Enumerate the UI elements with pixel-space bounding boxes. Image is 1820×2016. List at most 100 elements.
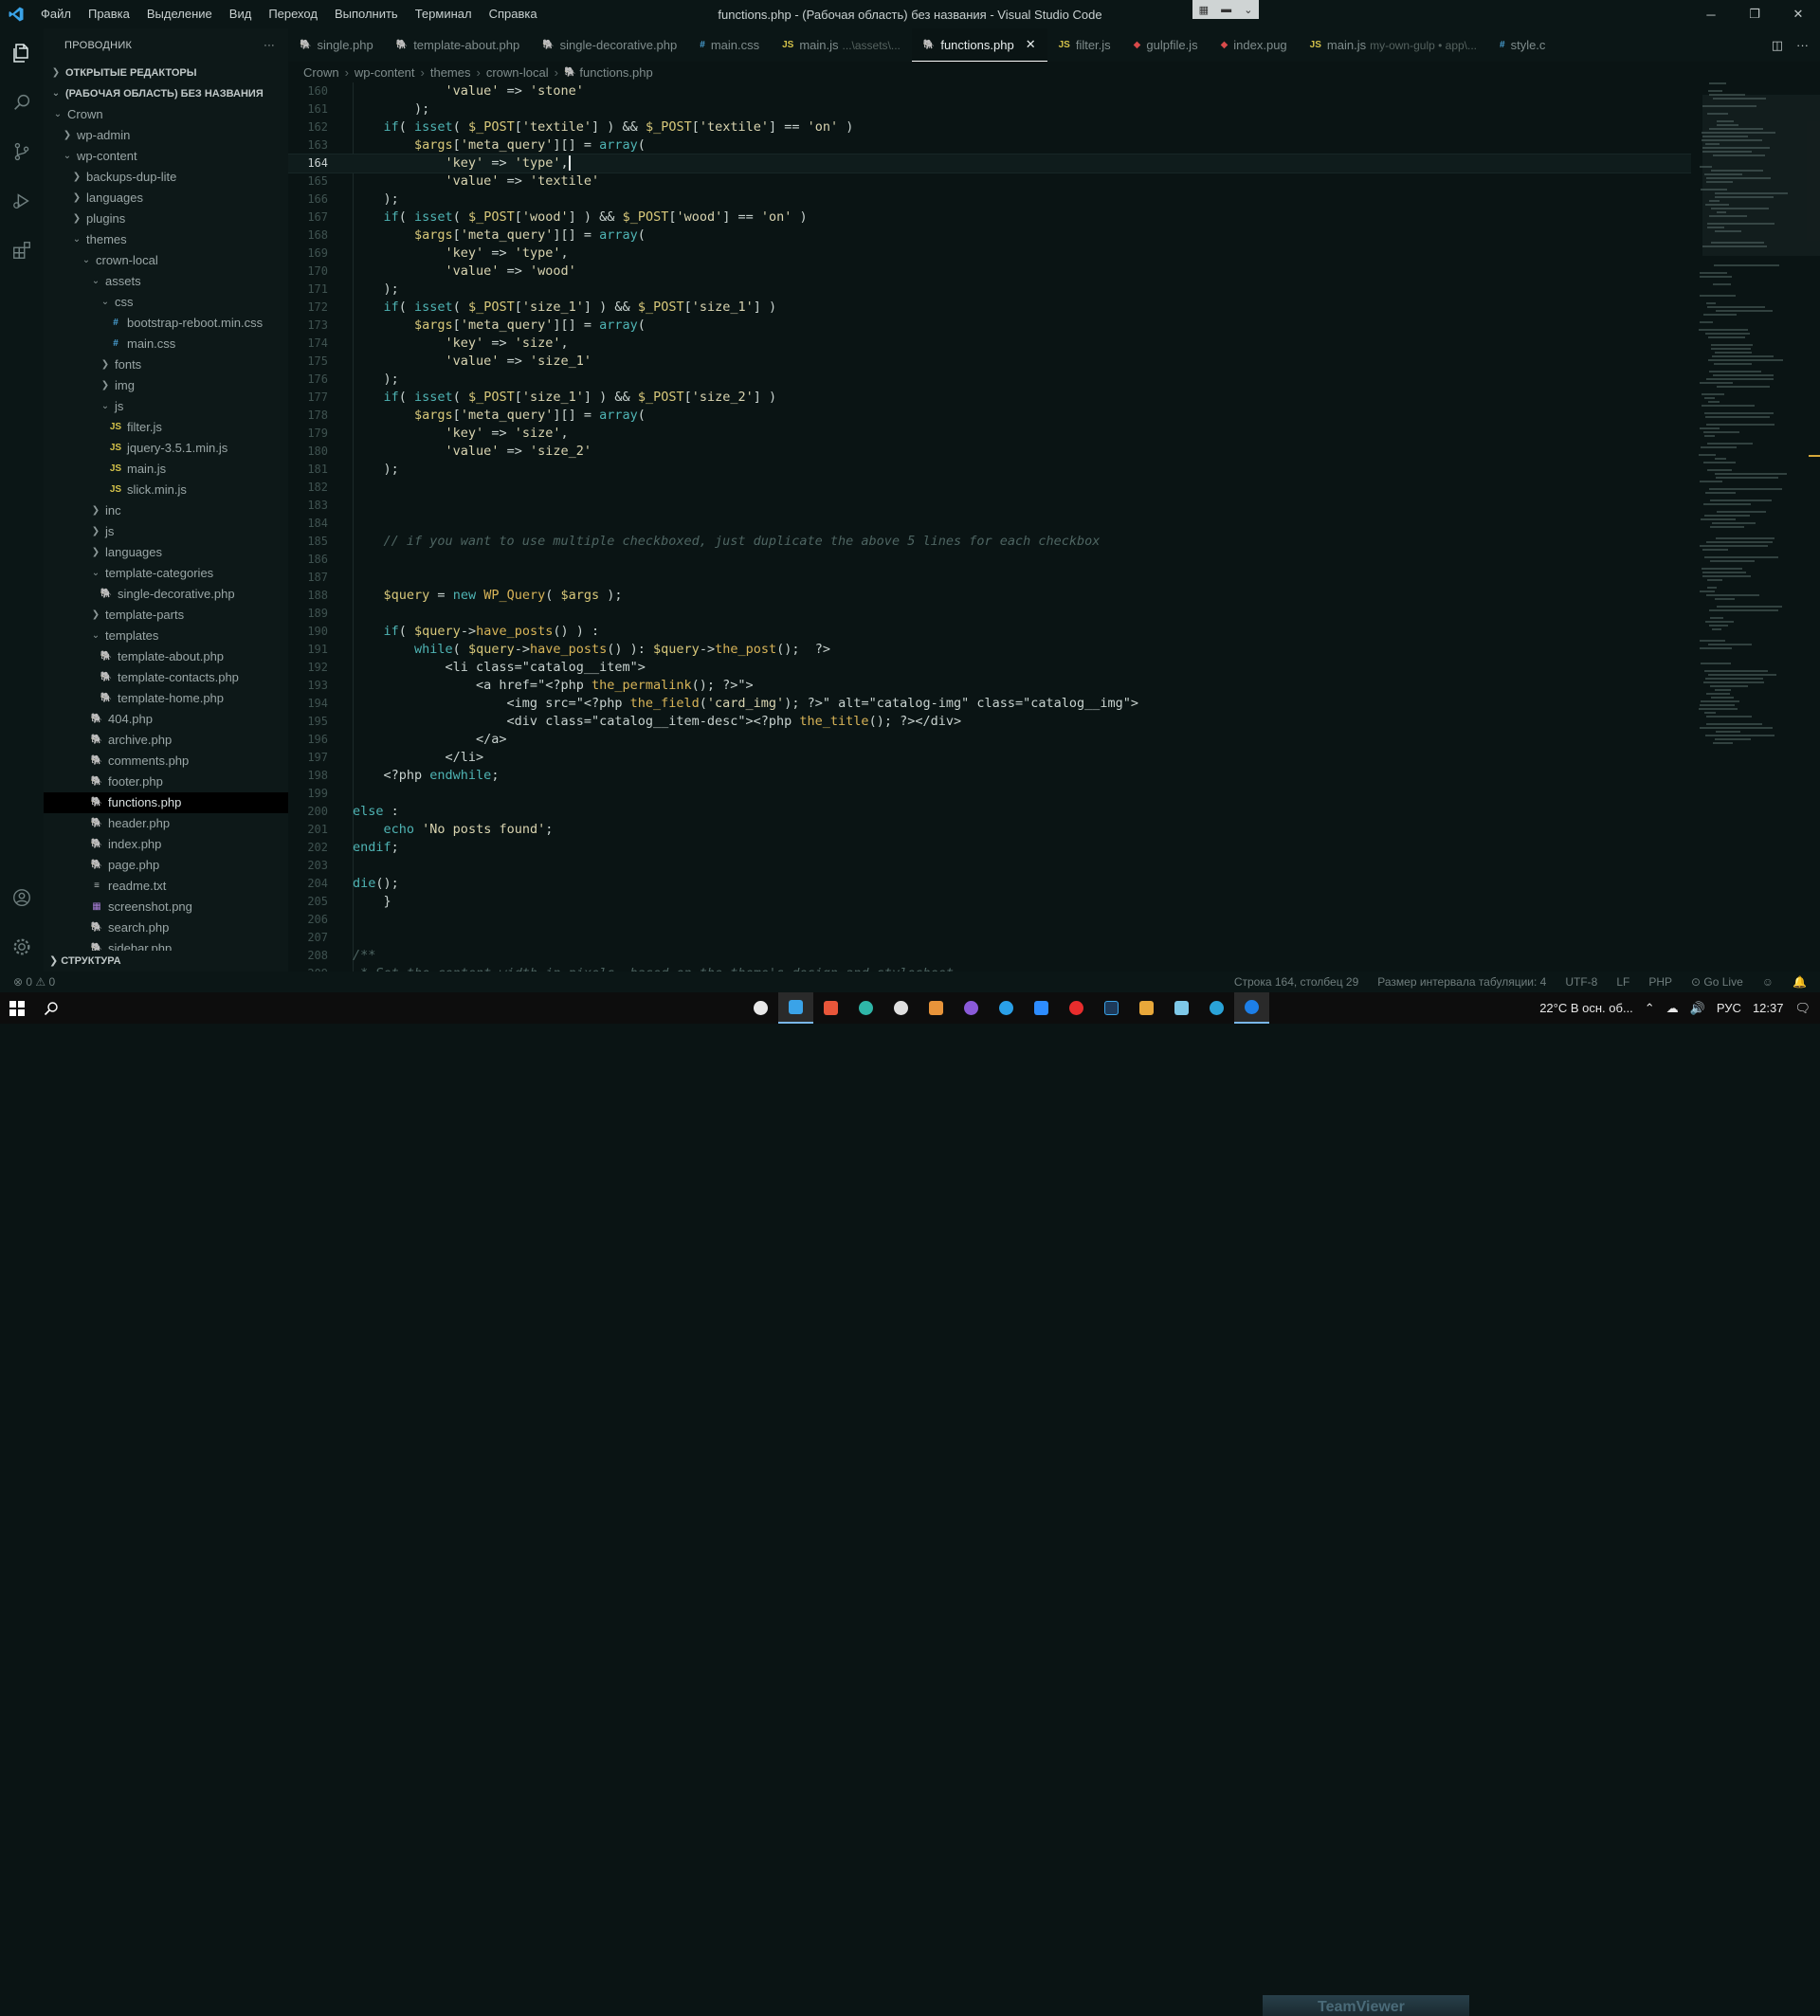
- tree-file[interactable]: 🐘 archive.php: [44, 730, 288, 751]
- close-window-button[interactable]: ✕: [1776, 0, 1820, 28]
- code-line[interactable]: 192 <li class="catalog__item">: [288, 659, 1691, 677]
- tree-folder[interactable]: ❯ wp-admin: [44, 125, 288, 146]
- code-line[interactable]: 205 }: [288, 893, 1691, 911]
- bell-icon[interactable]: 🔔: [1793, 975, 1807, 989]
- tree-file[interactable]: 🐘 header.php: [44, 813, 288, 834]
- tree-file[interactable]: 🐘 functions.php: [44, 792, 288, 813]
- code-line[interactable]: 177 if( isset( $_POST['size_1'] ) && $_P…: [288, 389, 1691, 407]
- zoom-icon[interactable]: [1024, 992, 1059, 1024]
- skype-icon[interactable]: [989, 992, 1024, 1024]
- more-actions-button[interactable]: ···: [264, 40, 275, 51]
- code-line[interactable]: 171 );: [288, 281, 1691, 299]
- code-line[interactable]: 175 'value' => 'size_1': [288, 353, 1691, 371]
- tree-file[interactable]: JS filter.js: [44, 417, 288, 438]
- tree-folder[interactable]: ⌄ crown-local: [44, 250, 288, 271]
- tree-folder[interactable]: ⌄ css: [44, 292, 288, 313]
- code-line[interactable]: 198 <?php endwhile;: [288, 767, 1691, 785]
- code-line[interactable]: 188 $query = new WP_Query( $args );: [288, 587, 1691, 605]
- code-line[interactable]: 179 'key' => 'size',: [288, 425, 1691, 443]
- gear-icon[interactable]: [0, 922, 44, 972]
- breadcrumb-item[interactable]: Crown: [303, 65, 339, 80]
- code-line[interactable]: 202 endif;: [288, 839, 1691, 857]
- line-ending[interactable]: LF: [1616, 975, 1629, 989]
- code-line[interactable]: 194 <img src="<?php the_field('card_img'…: [288, 695, 1691, 713]
- tree-folder[interactable]: ⌄ assets: [44, 271, 288, 292]
- grid-icon[interactable]: ▦: [1199, 4, 1209, 16]
- notifications-icon[interactable]: 🗨: [1794, 1001, 1811, 1016]
- telegram-icon[interactable]: [1199, 992, 1234, 1024]
- code-line[interactable]: 180 'value' => 'size_2': [288, 443, 1691, 461]
- tree-file[interactable]: 🐘 search.php: [44, 917, 288, 938]
- tree-folder[interactable]: ❯ img: [44, 375, 288, 396]
- tree-folder[interactable]: ⌄ js: [44, 396, 288, 417]
- close-tab-icon[interactable]: ✕: [1026, 37, 1036, 52]
- tree-folder[interactable]: ❯ languages: [44, 542, 288, 563]
- editor-tab[interactable]: ◆ gulpfile.js: [1122, 28, 1210, 62]
- keyboard-language[interactable]: РУС: [1717, 1001, 1741, 1015]
- notepad-icon[interactable]: [1164, 992, 1199, 1024]
- source-control-icon[interactable]: [0, 127, 44, 176]
- menu-item[interactable]: Справка: [481, 0, 546, 28]
- breadcrumb-item[interactable]: crown-local: [486, 65, 549, 80]
- menu-item[interactable]: Терминал: [407, 0, 481, 28]
- code-line[interactable]: 161 );: [288, 100, 1691, 118]
- tree-folder[interactable]: ⌄ template-categories: [44, 563, 288, 584]
- tree-file[interactable]: 🐘 footer.php: [44, 772, 288, 792]
- menu-item[interactable]: Выделение: [138, 0, 221, 28]
- breadcrumb-item[interactable]: themes: [430, 65, 471, 80]
- viber-icon[interactable]: [954, 992, 989, 1024]
- editor-tab[interactable]: # main.css: [688, 28, 771, 62]
- encoding[interactable]: UTF-8: [1565, 975, 1597, 989]
- vscode-taskbar-icon[interactable]: [778, 992, 813, 1024]
- search-icon[interactable]: [0, 78, 44, 127]
- menu-item[interactable]: Файл: [32, 0, 80, 28]
- code-line[interactable]: 187: [288, 569, 1691, 587]
- code-editor[interactable]: 160 'value' => 'stone' 161 ); 162 if( isse…: [288, 82, 1691, 972]
- code-line[interactable]: 165 'value' => 'textile': [288, 173, 1691, 191]
- tree-file[interactable]: 🐘 template-about.php: [44, 646, 288, 667]
- photoshop-icon[interactable]: [1094, 992, 1129, 1024]
- tree-folder[interactable]: ⌄ themes: [44, 229, 288, 250]
- maximize-button[interactable]: ❐: [1733, 0, 1776, 28]
- code-line[interactable]: 208 /**: [288, 947, 1691, 965]
- teamviewer-icon[interactable]: [1234, 992, 1269, 1024]
- code-line[interactable]: 172 if( isset( $_POST['size_1'] ) && $_P…: [288, 299, 1691, 317]
- chevron-up-icon[interactable]: ⌃: [1645, 1001, 1655, 1016]
- record-icon[interactable]: [1059, 992, 1094, 1024]
- weather-label[interactable]: 22°C В осн. об...: [1539, 1001, 1633, 1015]
- editor-tab[interactable]: 🐘 single-decorative.php: [531, 28, 688, 62]
- code-line[interactable]: 206: [288, 911, 1691, 929]
- code-line[interactable]: 184: [288, 515, 1691, 533]
- chevron-down-icon[interactable]: ⌄: [1244, 4, 1252, 16]
- code-line[interactable]: 185 // if you want to use multiple check…: [288, 533, 1691, 551]
- tree-folder[interactable]: ⌄ wp-content: [44, 146, 288, 167]
- code-line[interactable]: 162 if( isset( $_POST['textile'] ) && $_…: [288, 118, 1691, 136]
- sublime-icon[interactable]: [919, 992, 954, 1024]
- clock[interactable]: 12:37: [1753, 1001, 1784, 1015]
- tree-folder[interactable]: ❯ languages: [44, 188, 288, 209]
- editor-tab[interactable]: JS main.js ...\assets\...: [771, 28, 912, 62]
- code-line[interactable]: 163 $args['meta_query'][] = array(: [288, 136, 1691, 154]
- edge-icon[interactable]: [848, 992, 883, 1024]
- tree-folder[interactable]: ❯ backups-dup-lite: [44, 167, 288, 188]
- menu-item[interactable]: Вид: [221, 0, 261, 28]
- tree-file[interactable]: JS slick.min.js: [44, 480, 288, 500]
- language-mode[interactable]: PHP: [1648, 975, 1672, 989]
- editor-tab[interactable]: ◆ index.pug: [1210, 28, 1299, 62]
- run-debug-icon[interactable]: [0, 176, 44, 226]
- code-line[interactable]: 191 while( $query->have_posts() ): $quer…: [288, 641, 1691, 659]
- go-live-button[interactable]: ⊙ Go Live: [1691, 975, 1743, 989]
- tree-folder[interactable]: ❯ template-parts: [44, 605, 288, 626]
- workspace-section[interactable]: ⌄ (РАБОЧАЯ ОБЛАСТЬ) БЕЗ НАЗВАНИЯ: [44, 83, 288, 104]
- cloud-icon[interactable]: ☁: [1666, 1001, 1679, 1016]
- code-line[interactable]: 176 );: [288, 371, 1691, 389]
- code-line[interactable]: 195 <div class="catalog__item-desc"><?ph…: [288, 713, 1691, 731]
- media-player-icon[interactable]: [1129, 992, 1164, 1024]
- tree-file[interactable]: ▦ screenshot.png: [44, 897, 288, 917]
- vscode-logo-icon[interactable]: [0, 0, 32, 28]
- extensions-icon[interactable]: [0, 226, 44, 275]
- minimize-layout-icon[interactable]: ▬: [1221, 4, 1231, 15]
- breadcrumb-item[interactable]: functions.php: [579, 65, 652, 80]
- explorer-icon[interactable]: [0, 28, 44, 78]
- code-line[interactable]: 196 </a>: [288, 731, 1691, 749]
